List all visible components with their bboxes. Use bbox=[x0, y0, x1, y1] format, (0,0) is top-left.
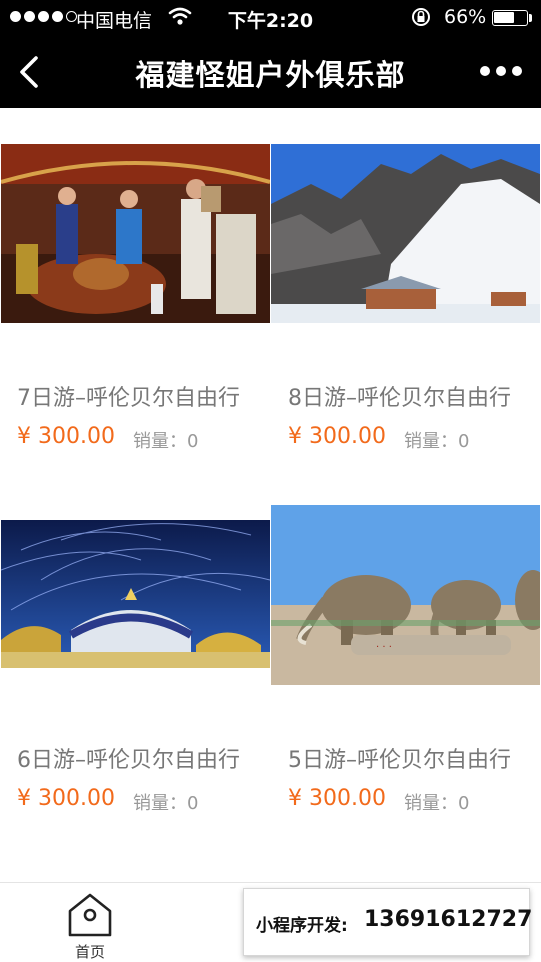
tab-home-label: 首页 bbox=[74, 943, 105, 961]
battery-percent: 66% bbox=[444, 6, 487, 28]
sales-label: 销量： bbox=[404, 793, 458, 814]
battery-cap bbox=[529, 14, 532, 22]
star-trail-night-photo[interactable] bbox=[1, 520, 270, 668]
sales-value: 0 bbox=[458, 793, 470, 814]
product-card[interactable]: 7日游–呼伦贝尔自由行 ¥ 300.00 销量：0 bbox=[0, 108, 270, 470]
product-name[interactable]: 6日游–呼伦贝尔自由行 bbox=[17, 742, 262, 774]
rotation-lock-icon bbox=[410, 6, 432, 33]
yurt-banquet-photo[interactable] bbox=[1, 144, 270, 323]
sales-value: 0 bbox=[187, 793, 199, 814]
sales-count: 销量：0 bbox=[404, 789, 469, 815]
promo-label: 小程序开发: bbox=[256, 916, 348, 936]
product-card[interactable]: 6日游–呼伦贝尔自由行 ¥ 300.00 销量：0 bbox=[0, 470, 270, 832]
promo-banner[interactable]: 小程序开发: 13691612727 bbox=[243, 888, 532, 956]
sales-label: 销量： bbox=[133, 431, 187, 452]
page-title: 福建怪姐户外俱乐部 bbox=[135, 58, 406, 92]
tab-home[interactable]: 首页 bbox=[60, 889, 120, 961]
snowy-rock-mountain-photo[interactable] bbox=[271, 144, 540, 323]
product-name[interactable]: 5日游–呼伦贝尔自由行 bbox=[288, 742, 533, 774]
sales-label: 销量： bbox=[133, 793, 187, 814]
product-price: ¥ 300.00 bbox=[288, 786, 386, 811]
product-price: ¥ 300.00 bbox=[288, 424, 386, 449]
product-card[interactable]: 8日游–呼伦贝尔自由行 ¥ 300.00 销量：0 bbox=[271, 108, 540, 470]
product-name[interactable]: 8日游–呼伦贝尔自由行 bbox=[288, 380, 533, 412]
home-icon bbox=[68, 893, 112, 937]
mammoth-statues-photo[interactable]: · · · bbox=[271, 505, 540, 685]
status-bar: 中国电信 下午2:20 66% bbox=[0, 0, 541, 36]
promo-phone[interactable]: 13691612727 bbox=[364, 907, 532, 932]
product-price: ¥ 300.00 bbox=[17, 786, 115, 811]
svg-text:· · ·: · · · bbox=[376, 642, 392, 653]
sales-count: 销量：0 bbox=[133, 427, 198, 453]
more-options-icon[interactable] bbox=[480, 66, 522, 76]
sales-label: 销量： bbox=[404, 431, 458, 452]
sales-value: 0 bbox=[458, 431, 470, 452]
product-price: ¥ 300.00 bbox=[17, 424, 115, 449]
product-card[interactable]: · · · 5日游–呼伦贝尔自由行 ¥ 300.00 销量：0 bbox=[271, 470, 540, 832]
sales-count: 销量：0 bbox=[133, 789, 198, 815]
product-name[interactable]: 7日游–呼伦贝尔自由行 bbox=[17, 380, 262, 412]
battery-icon bbox=[492, 10, 528, 26]
top-header: 中国电信 下午2:20 66% 福建怪姐户外俱乐部 bbox=[0, 0, 541, 108]
sales-count: 销量：0 bbox=[404, 427, 469, 453]
navigation-bar: 福建怪姐户外俱乐部 bbox=[0, 36, 541, 108]
sales-value: 0 bbox=[187, 431, 199, 452]
